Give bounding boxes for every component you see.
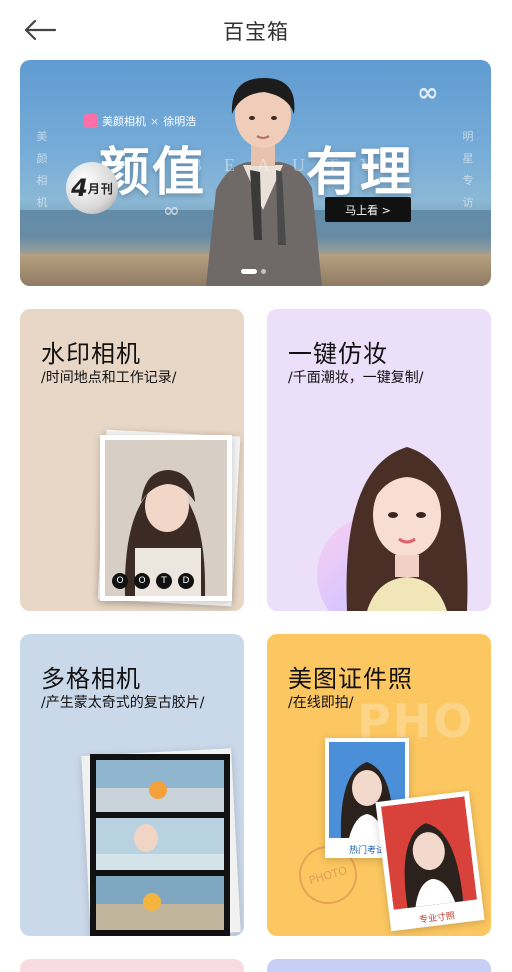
- photo-frame: O O T D: [100, 435, 232, 601]
- card-subtitle: /时间地点和工作记录/: [41, 370, 177, 386]
- vertical-text-left: 美颜相机: [36, 130, 48, 209]
- banner-headline-right: 有理: [306, 143, 415, 203]
- ootd-letter: T: [156, 573, 172, 589]
- card-partial-pink[interactable]: [20, 959, 244, 972]
- card-multi-grid-camera[interactable]: 多格相机 /产生蒙太奇式的复古胶片/: [20, 634, 244, 936]
- ootd-letter: D: [178, 573, 194, 589]
- card-id-photo[interactable]: PHO 美图证件照 /在线即拍/ PHOTO 热门考试 专业寸照: [267, 634, 491, 936]
- infinity-icon: ∞: [417, 78, 439, 108]
- ootd-letter: O: [112, 573, 128, 589]
- card-subtitle: /在线即拍/: [288, 695, 354, 711]
- card-title: 一键仿妆: [288, 340, 388, 368]
- infinity-icon: ∞: [163, 198, 180, 222]
- brand-cross: ×: [150, 114, 160, 128]
- makeup-model-image: [317, 447, 468, 611]
- page-title: 百宝箱: [223, 20, 289, 44]
- carousel-indicator: [241, 269, 266, 274]
- camera-app-icon: [84, 114, 98, 128]
- tag-pro-size: 专业寸照: [418, 911, 456, 926]
- vertical-text-right: 明星专访: [462, 130, 474, 209]
- promo-banner[interactable]: 美颜相机 明星专访 美颜相机 × 徐明浩 BEAUTY 颜值 有理 4 月 刊 …: [20, 60, 491, 286]
- card-makeup-copy[interactable]: 一键仿妆 /千面潮妆，一键复制/: [267, 309, 491, 611]
- id-photo-red-portrait: [381, 796, 478, 910]
- card-title: 多格相机: [41, 665, 141, 693]
- card-subtitle: /产生蒙太奇式的复古胶片/: [41, 695, 205, 711]
- carousel-dot: [261, 269, 266, 274]
- brand-line: 美颜相机 × 徐明浩: [84, 113, 196, 129]
- id-photo-red: 专业寸照: [375, 790, 485, 932]
- card-partial-lavender[interactable]: [267, 959, 491, 972]
- issue-badge: 4 月 刊: [66, 162, 118, 214]
- ootd-letter: O: [134, 573, 150, 589]
- film-strip-image: [90, 754, 230, 936]
- brand-app-name: 美颜相机: [102, 115, 146, 128]
- issue-word: 刊: [100, 181, 113, 196]
- carousel-dot-active: [241, 269, 257, 274]
- issue-month: 4: [71, 174, 88, 202]
- top-bar: 百宝箱: [0, 0, 512, 60]
- issue-unit: 月: [87, 181, 100, 196]
- card-title: 美图证件照: [288, 665, 413, 693]
- card-subtitle: /千面潮妆，一键复制/: [288, 370, 424, 386]
- brand-star-name: 徐明浩: [163, 115, 197, 128]
- card-title: 水印相机: [41, 340, 141, 368]
- ootd-badges: O O T D: [112, 573, 194, 589]
- card-watermark-camera[interactable]: 水印相机 /时间地点和工作记录/ O O T D: [20, 309, 244, 611]
- watch-now-button[interactable]: 马上看 >: [325, 197, 411, 222]
